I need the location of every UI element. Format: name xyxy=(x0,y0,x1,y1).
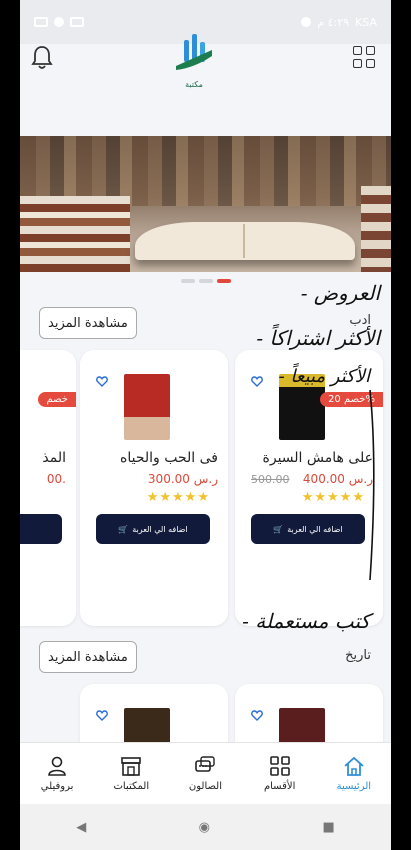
add-to-cart-button[interactable]: 🛒 اضافه الي العربة xyxy=(251,514,365,544)
rating-stars: ★★★★★ xyxy=(301,490,365,505)
book-title: المذ xyxy=(42,450,66,466)
heart-icon[interactable] xyxy=(96,376,108,387)
grid-cell xyxy=(366,46,375,55)
logo-text: مكتبة xyxy=(185,80,203,89)
grid-cell xyxy=(353,59,362,68)
chat-icon xyxy=(195,756,216,772)
home-icon xyxy=(344,756,364,776)
annotation-offers: - العروض xyxy=(301,281,383,305)
promo-banner[interactable] xyxy=(20,136,391,272)
nav-home[interactable]: الرئيسية xyxy=(319,755,389,792)
nav-label: المكتبات xyxy=(113,781,150,792)
add-to-cart-button[interactable] xyxy=(20,514,62,544)
banner-pagination xyxy=(20,279,391,283)
book-card[interactable]: خصم 20% على هامش السيرة 400.00 ر.س 500.0… xyxy=(235,350,383,626)
see-more-button[interactable]: مشاهدة المزيد xyxy=(39,307,137,339)
back-icon[interactable]: ◀ xyxy=(76,820,86,835)
status-right: ٤:٢٩ م KSA xyxy=(301,16,377,29)
cart-icon: 🛒 xyxy=(273,524,284,534)
pagination-dot[interactable] xyxy=(180,279,195,283)
nav-categories[interactable]: الأقسام xyxy=(245,755,315,792)
add-to-cart-label: اضافه الي العربة xyxy=(132,524,188,534)
discount-badge: خصم 20% xyxy=(320,392,383,407)
open-book-image xyxy=(135,222,355,260)
cart-icon: 🛒 xyxy=(118,524,129,534)
book-card[interactable]: فى الحب والحياه 300.00 ر.س ★★★★★ 🛒 اضافه… xyxy=(80,350,228,626)
add-to-cart-label: اضافه الي العربة xyxy=(287,524,343,534)
app-logo: مكتبة xyxy=(172,30,216,90)
add-to-cart-button[interactable]: 🛒 اضافه الي العربة xyxy=(96,514,210,544)
bottom-navigation: بروفيلي المكتبات الصالون الأقسام الرئيسي… xyxy=(20,742,391,804)
user-icon xyxy=(48,756,66,776)
heart-icon[interactable] xyxy=(96,710,108,721)
book-cover xyxy=(124,374,170,440)
whatsapp-icon xyxy=(301,17,312,27)
pagination-dot[interactable] xyxy=(198,279,213,283)
section-title-history: تاريخ xyxy=(345,648,371,663)
book-stack-right-image xyxy=(361,186,391,272)
store-icon xyxy=(121,757,142,776)
nav-label: بروفيلي xyxy=(40,781,74,792)
book-price: 00. xyxy=(46,472,66,486)
nav-libraries[interactable]: المكتبات xyxy=(96,755,166,792)
logo-icon xyxy=(176,34,212,70)
bell-icon[interactable] xyxy=(30,44,54,72)
wifi-icon xyxy=(54,17,64,27)
discount-badge: خصم xyxy=(38,392,76,407)
battery-icon xyxy=(34,17,48,27)
book-stack-image xyxy=(20,196,130,272)
home-circle-icon[interactable]: ◉ xyxy=(199,820,210,835)
book-old-price: 500.00 xyxy=(251,473,290,486)
signal-icon xyxy=(70,17,84,27)
pagination-dot-active[interactable] xyxy=(216,279,231,283)
book-title: على هامش السيرة xyxy=(262,450,373,466)
recents-icon[interactable]: ■ xyxy=(322,820,334,835)
nav-label: الصالون xyxy=(188,781,223,792)
book-cover xyxy=(279,374,325,440)
menu-grid-icon[interactable] xyxy=(353,46,375,68)
grid-icon xyxy=(269,756,290,776)
status-left xyxy=(34,17,84,27)
phone-screen: ٤:٢٩ م KSA مكتبة ادب مشاهدة المزيد خصم 2… xyxy=(20,0,391,850)
nav-label: الرئيسية xyxy=(336,781,372,792)
status-time: ٤:٢٩ م xyxy=(317,15,350,29)
nav-label: الأقسام xyxy=(263,781,296,792)
rating-stars: ★★★★★ xyxy=(146,490,210,505)
book-card-partial[interactable]: خصم المذ 00. xyxy=(20,350,76,626)
heart-icon[interactable] xyxy=(251,376,263,387)
grid-cell xyxy=(353,46,362,55)
book-price: 400.00 ر.س xyxy=(302,472,373,486)
status-carrier: KSA xyxy=(355,15,377,29)
nav-salon[interactable]: الصالون xyxy=(170,755,240,792)
system-navigation-bar: ◀ ◉ ■ xyxy=(20,804,391,850)
section-title-literature: ادب xyxy=(349,313,371,328)
nav-profile[interactable]: بروفيلي xyxy=(22,755,92,792)
book-price: 300.00 ر.س xyxy=(147,472,218,486)
grid-cell xyxy=(366,59,375,68)
book-title: فى الحب والحياه xyxy=(120,450,218,466)
heart-icon[interactable] xyxy=(251,710,263,721)
see-more-button[interactable]: مشاهدة المزيد xyxy=(39,641,137,673)
